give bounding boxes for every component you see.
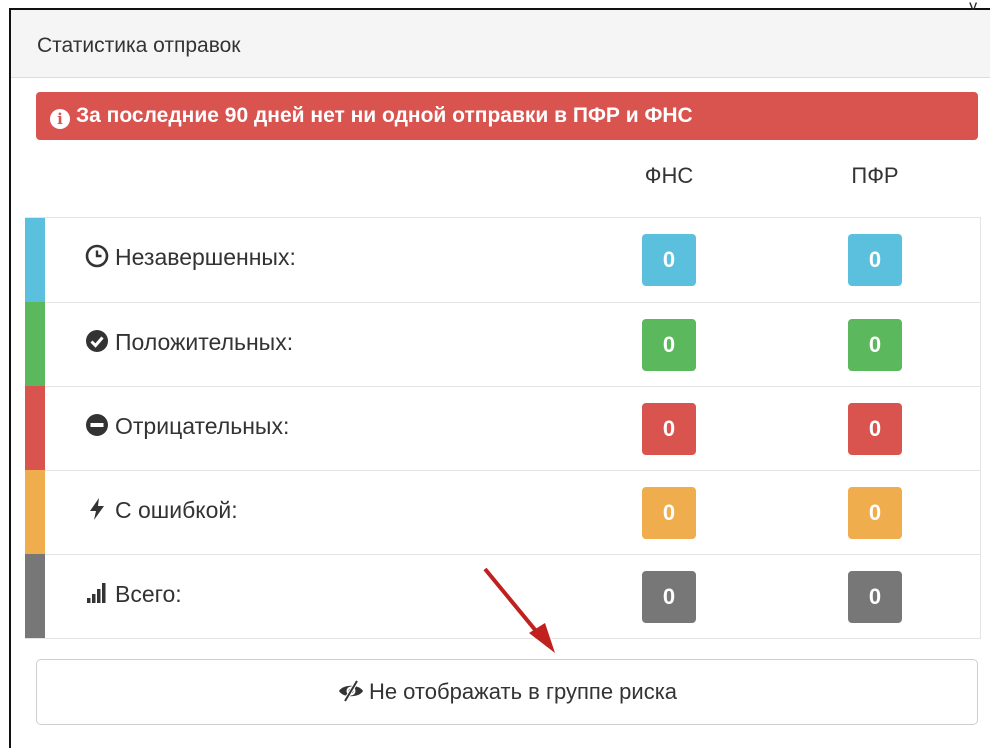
no-submissions-alert: i За последние 90 дней нет ни одной отпра… (36, 92, 978, 140)
pfr-count-badge: 0 (848, 571, 902, 623)
fns-count-badge: 0 (642, 319, 696, 371)
row-color-bar (25, 470, 45, 554)
row-label: Незавершенных: (115, 244, 296, 270)
pfr-count-badge: 0 (848, 403, 902, 455)
panel-title: Статистика отправок (37, 34, 241, 57)
stats-row-error: С ошибкой: 0 0 (25, 470, 980, 554)
alert-text: За последние 90 дней нет ни одной отправ… (76, 104, 693, 127)
stats-row-pending: Незавершенных: 0 0 (25, 218, 980, 302)
check-circle-icon (86, 330, 108, 352)
row-label: Всего: (115, 581, 182, 607)
fns-count-badge: 0 (642, 403, 696, 455)
row-color-bar (25, 554, 45, 638)
stats-row-positive: Положительных: 0 0 (25, 302, 980, 386)
bolt-icon (90, 498, 104, 520)
row-label: Положительных: (115, 329, 294, 355)
minus-circle-icon (86, 414, 108, 436)
column-header-fns: ФНС (644, 163, 694, 188)
clock-icon (85, 244, 109, 268)
info-icon: i (50, 109, 70, 129)
fns-count-badge: 0 (642, 234, 696, 286)
row-color-bar (25, 302, 45, 386)
row-color-bar (25, 386, 45, 470)
stats-panel: y , Статистика отправок i За последние 90… (9, 0, 990, 748)
red-arrow-icon (483, 567, 555, 653)
panel-heading: Статистика отправок (11, 10, 990, 78)
hide-from-risk-group-button[interactable]: Не отображать в группе риска (36, 659, 978, 725)
pfr-count-badge: 0 (848, 487, 902, 539)
signal-icon (87, 583, 106, 603)
row-label: С ошибкой: (115, 497, 238, 523)
eye-slash-icon (338, 679, 363, 703)
pfr-count-badge: 0 (848, 234, 902, 286)
fns-count-badge: 0 (642, 571, 696, 623)
row-label: Отрицательных: (115, 413, 290, 439)
pfr-count-badge: 0 (848, 319, 902, 371)
button-label: Не отображать в группе риска (368, 679, 678, 704)
fns-count-badge: 0 (642, 487, 696, 539)
row-color-bar (25, 218, 45, 302)
stats-row-negative: Отрицательных: 0 0 (25, 386, 980, 470)
column-header-pfr: ПФР (851, 163, 899, 188)
